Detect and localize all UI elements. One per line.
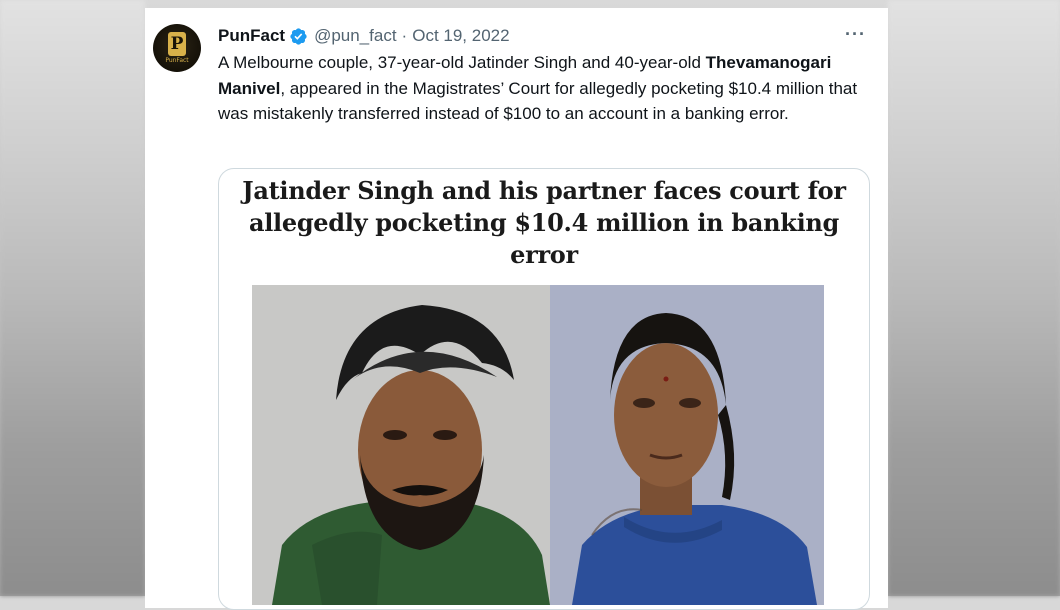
more-options-icon[interactable]: ··· [845, 24, 866, 45]
avatar-letter: P [168, 32, 186, 56]
author-handle[interactable]: @pun_fact [314, 26, 396, 46]
media-headline: Jatinder Singh and his partner faces cou… [242, 176, 846, 269]
author-name[interactable]: PunFact [218, 26, 285, 46]
blurred-background-left [0, 0, 145, 596]
header-separator: · [401, 26, 408, 45]
court-sketch-image [252, 285, 824, 605]
tweet-card: P PunFact PunFact @pun_fact · Oct 19, 20… [145, 8, 888, 610]
avatar-wordmark: PunFact [165, 57, 189, 64]
blurred-background-right [888, 0, 1060, 596]
tweet-date[interactable]: Oct 19, 2022 [412, 26, 509, 46]
author-avatar[interactable]: P PunFact [153, 24, 201, 72]
tweet-media[interactable]: Jatinder Singh and his partner faces cou… [218, 168, 870, 610]
verified-badge-icon [290, 27, 307, 45]
tweet-text-part1: A Melbourne couple, 37-year-old Jatinder… [218, 53, 706, 72]
tweet-text-part2: , appeared in the Magistrates’ Court for… [218, 78, 858, 124]
tweet-text: A Melbourne couple, 37-year-old Jatinder… [218, 50, 873, 127]
tweet-header: PunFact @pun_fact · Oct 19, 2022 [218, 24, 510, 48]
